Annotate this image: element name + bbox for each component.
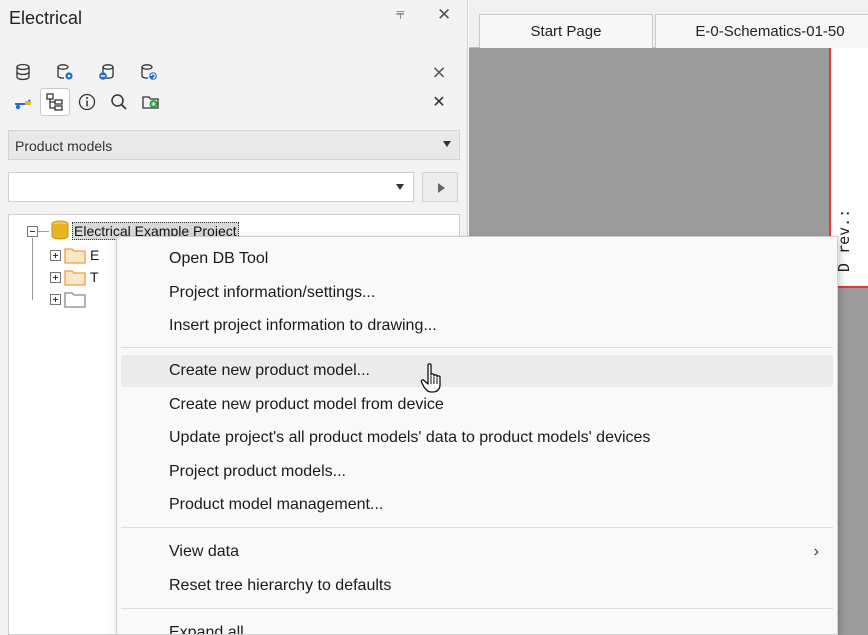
menu-item-create-product-model-from-device[interactable]: Create new product model from device — [121, 389, 833, 421]
chevron-down-icon — [443, 141, 451, 147]
database-refresh-icon[interactable] — [134, 58, 164, 86]
folder-icon — [64, 248, 86, 264]
search-dropdown-icon[interactable] — [396, 184, 404, 190]
tab-start-page[interactable]: Start Page — [479, 14, 653, 48]
tree-line — [32, 238, 33, 300]
tab-schematics[interactable]: E-0-Schematics-01-50 — [655, 14, 868, 48]
menu-item-label: Create new product model... — [169, 362, 370, 379]
folder-icon — [64, 270, 86, 286]
info-icon[interactable] — [72, 88, 102, 116]
tree-node-label: T — [90, 269, 99, 285]
menu-item-label: Product model management... — [169, 496, 384, 513]
go-button[interactable] — [422, 172, 458, 202]
panel-title: Electrical — [9, 8, 83, 28]
pin-icon[interactable]: ⫧ — [396, 6, 405, 24]
add-folder-icon[interactable] — [136, 88, 166, 116]
database-settings-icon[interactable] — [50, 58, 80, 86]
menu-item-update-product-models[interactable]: Update project's all product models' dat… — [121, 422, 833, 454]
document-tab-bar: Start Page E-0-Schematics-01-50 — [469, 0, 868, 48]
context-menu: Open DB Tool Project information/setting… — [116, 236, 838, 635]
view-selector[interactable]: Product models — [8, 130, 460, 160]
menu-separator — [121, 347, 833, 348]
database-link-icon[interactable] — [92, 58, 122, 86]
tab-label: E-0-Schematics-01-50 — [695, 23, 845, 40]
menu-item-project-information[interactable]: Project information/settings... — [121, 277, 833, 309]
menu-item-label: View data — [169, 543, 239, 560]
menu-item-label: Open DB Tool — [169, 250, 269, 267]
database-icon[interactable] — [8, 58, 38, 86]
panel-title-bar: Electrical ⫧ ✕ — [0, 0, 468, 34]
menu-separator — [121, 527, 833, 528]
menu-item-label: Reset tree hierarchy to defaults — [169, 577, 392, 594]
expand-toggle[interactable] — [50, 272, 61, 283]
collapse-root-toggle[interactable] — [27, 226, 38, 237]
close-toolbar-icon[interactable]: ✕ — [424, 88, 454, 116]
settings-wrench-icon[interactable] — [8, 88, 38, 116]
database-project-icon — [51, 220, 69, 240]
menu-item-label: Create new product model from device — [169, 396, 444, 413]
close-panel-icon[interactable]: ✕ — [437, 5, 451, 25]
expand-toggle[interactable] — [50, 250, 61, 261]
menu-item-label: Project product models... — [169, 463, 346, 480]
tree-node-label: E — [90, 247, 100, 263]
view-selector-value: Product models — [15, 138, 113, 154]
tab-label: Start Page — [530, 23, 602, 40]
menu-item-label: Insert project information to drawing... — [169, 317, 437, 334]
menu-item-expand-all[interactable]: Expand all — [121, 617, 833, 635]
menu-separator — [121, 608, 833, 609]
menu-item-label: Update project's all product models' dat… — [169, 429, 651, 446]
folder-icon — [64, 292, 86, 308]
menu-item-open-db-tool[interactable]: Open DB Tool — [121, 243, 833, 275]
search-icon[interactable] — [104, 88, 134, 116]
tree-connector — [38, 231, 49, 232]
menu-item-reset-tree-hierarchy[interactable]: Reset tree hierarchy to defaults — [121, 570, 833, 602]
menu-item-label: Project information/settings... — [169, 284, 376, 301]
hand-cursor-icon — [420, 363, 441, 393]
menu-item-label: Expand all — [169, 624, 244, 635]
tree-view-icon[interactable] — [40, 88, 70, 116]
expand-toggle[interactable] — [50, 294, 61, 305]
menu-item-product-model-management[interactable]: Product model management... — [121, 489, 833, 521]
menu-item-create-new-product-model[interactable]: Create new product model... — [121, 355, 833, 387]
collapse-toolbar-icon[interactable]: ⨯ — [424, 58, 454, 86]
search-input[interactable] — [8, 172, 414, 202]
menu-item-view-data[interactable]: View data › — [121, 536, 833, 568]
menu-item-project-product-models[interactable]: Project product models... — [121, 456, 833, 488]
menu-item-insert-project-information[interactable]: Insert project information to drawing... — [121, 310, 833, 342]
play-arrow-icon — [438, 183, 445, 193]
chevron-right-icon: › — [813, 543, 819, 560]
